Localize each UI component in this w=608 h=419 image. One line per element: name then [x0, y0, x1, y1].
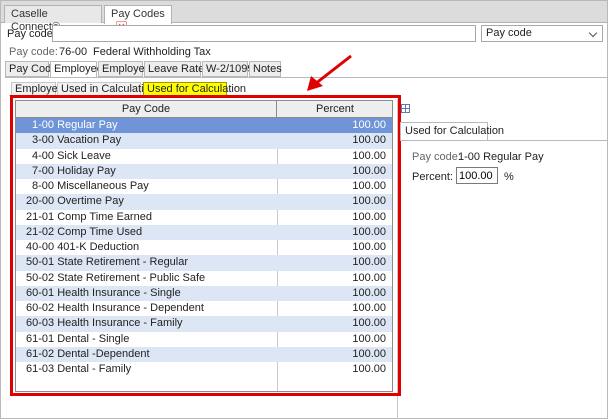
info-description: Federal Withholding Tax: [93, 46, 211, 58]
detail-paycode-label: Pay code:: [412, 151, 461, 163]
tab-caselle-connect[interactable]: Caselle Connect®: [4, 5, 102, 33]
detail-percent-label: Percent:: [412, 171, 453, 183]
tab-employee[interactable]: Employee: [50, 61, 103, 78]
tab-label: Pay Codes: [111, 8, 165, 20]
tab-w2-1099[interactable]: W-2/1099: [202, 61, 254, 77]
document-tab-bar: Caselle Connect® Pay Codes: [1, 1, 607, 33]
subtab-label: Used for Calculation: [147, 83, 247, 95]
grid-layout-icon[interactable]: [401, 104, 410, 113]
tab-employer[interactable]: Employer: [98, 61, 148, 77]
highlight-box: [10, 95, 401, 396]
annotation-arrow-icon: [307, 54, 352, 91]
paycode-search-input[interactable]: [52, 25, 476, 42]
tab-notes[interactable]: Notes: [249, 61, 282, 77]
tab-label: W-2/1099: [206, 63, 254, 75]
right-tabs-divider: [400, 140, 607, 141]
tab-label: Notes: [253, 63, 282, 75]
percent-unit: %: [504, 171, 514, 183]
search-row: Pay code: Pay code: [1, 23, 607, 44]
search-field-select[interactable]: Pay code: [481, 25, 603, 42]
subtab-employee[interactable]: Employee: [11, 82, 64, 95]
tab-label: Employer: [102, 63, 149, 75]
tab-used-for-calculation-detail[interactable]: Used for Calculation: [400, 122, 504, 140]
tab-pay-code[interactable]: Pay Code: [5, 61, 57, 77]
subtab-used-in-calculations[interactable]: Used in Calculations: [57, 82, 161, 95]
info-code: 76-00: [59, 46, 88, 58]
search-label: Pay code:: [7, 28, 56, 40]
tab-label: Employee: [54, 63, 103, 75]
search-select-value: Pay code: [486, 27, 532, 39]
info-label: Pay code:: [9, 46, 58, 58]
subtab-used-for-calculation[interactable]: Used for Calculation: [143, 82, 246, 95]
tab-label: Used for Calculation: [405, 125, 505, 137]
tab-leave-rates[interactable]: Leave Rates: [144, 61, 210, 77]
percent-input[interactable]: [456, 167, 498, 184]
tab-pay-codes[interactable]: Pay Codes: [104, 5, 172, 32]
detail-paycode-value: 1-00 Regular Pay: [458, 151, 544, 163]
chevron-down-icon: [588, 28, 598, 38]
tab-label: Leave Rates: [148, 63, 210, 75]
app-window: Caselle Connect® Pay Codes Pay code: Pay…: [0, 0, 608, 419]
